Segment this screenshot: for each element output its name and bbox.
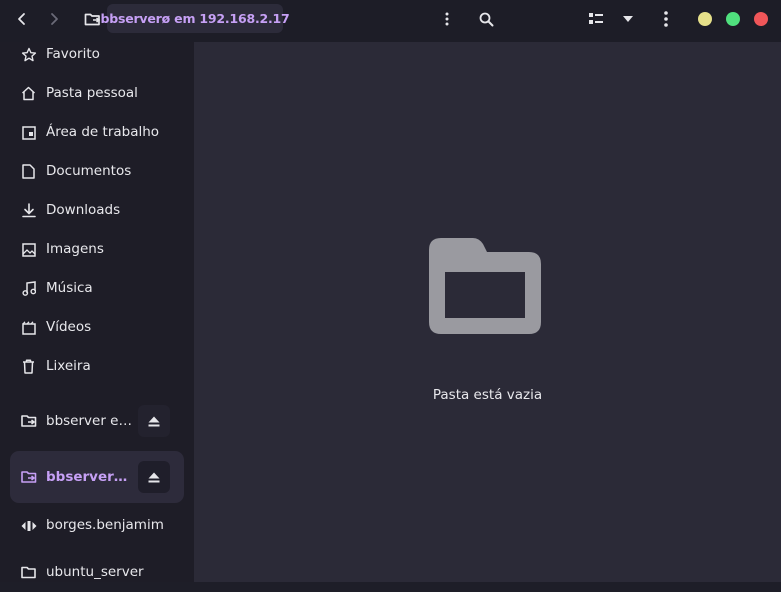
- home-icon: [20, 85, 37, 102]
- network-icon: [20, 517, 37, 534]
- path-menu-button[interactable]: [431, 5, 463, 33]
- folder-icon: [429, 238, 541, 334]
- path-label: bbserverø em 192.168.2.17: [100, 11, 290, 26]
- sidebar: Favorito Pasta pessoal Área de trabalho …: [0, 42, 194, 582]
- desktop-icon: [20, 124, 37, 141]
- sidebar-mount-bbserver[interactable]: bbserver em 192.168.2.17: [10, 395, 184, 447]
- list-view-icon: [589, 13, 603, 24]
- folder-remote-icon: [20, 412, 37, 429]
- sidebar-item-label: Vídeos: [46, 319, 92, 335]
- view-mode-button[interactable]: [580, 5, 612, 33]
- back-button[interactable]: [6, 5, 38, 33]
- sidebar-item-downloads[interactable]: Downloads: [0, 191, 194, 230]
- eject-icon: [148, 472, 160, 482]
- sidebar-item-label: Imagens: [46, 241, 104, 257]
- sidebar-mount-label: bbserverø em 192.168.2.17: [46, 469, 136, 485]
- chevron-left-icon: [18, 13, 25, 25]
- vertical-dots-icon: [664, 11, 668, 27]
- sidebar-mount-label: bbserver em 192.168.2.17: [46, 413, 136, 429]
- search-button[interactable]: [470, 5, 502, 33]
- view-options-dropdown[interactable]: [612, 5, 644, 33]
- path-bar[interactable]: bbserverø em 192.168.2.17: [100, 4, 290, 33]
- sidebar-item-ubuntu-server[interactable]: ubuntu_server: [0, 553, 194, 592]
- star-icon: [20, 46, 37, 63]
- file-view[interactable]: Pasta está vazia: [194, 42, 781, 582]
- eject-button[interactable]: [138, 405, 170, 437]
- download-icon: [20, 202, 37, 219]
- sidebar-item-music[interactable]: Música: [0, 269, 194, 308]
- sidebar-item-label: ubuntu_server: [46, 564, 144, 580]
- document-icon: [20, 163, 37, 180]
- sidebar-item-trash[interactable]: Lixeira: [0, 347, 194, 386]
- music-icon: [20, 280, 37, 297]
- eject-icon: [148, 416, 160, 426]
- empty-folder-message: Pasta está vazia: [432, 387, 543, 403]
- sidebar-item-label: Downloads: [46, 202, 121, 218]
- folder-remote-icon: [20, 468, 37, 485]
- sidebar-item-label: Área de trabalho: [46, 124, 160, 140]
- close-button[interactable]: [754, 12, 768, 26]
- sidebar-item-videos[interactable]: Vídeos: [0, 308, 194, 347]
- image-icon: [20, 241, 37, 258]
- sidebar-item-label: Lixeira: [46, 358, 91, 374]
- search-icon: [479, 12, 493, 26]
- maximize-button[interactable]: [726, 12, 740, 26]
- sidebar-item-label: Favorito: [46, 46, 100, 62]
- forward-button[interactable]: [38, 5, 70, 33]
- sidebar-item-images[interactable]: Imagens: [0, 230, 194, 269]
- chevron-right-icon: [51, 13, 58, 25]
- sidebar-item-label: borges.benjamim: [46, 517, 164, 533]
- video-icon: [20, 319, 37, 336]
- sidebar-mount-bbserver-o[interactable]: bbserverø em 192.168.2.17: [10, 451, 184, 503]
- eject-button[interactable]: [138, 461, 170, 493]
- sidebar-item-home[interactable]: Pasta pessoal: [0, 74, 194, 113]
- sidebar-item-label: Pasta pessoal: [46, 85, 138, 101]
- sidebar-item-favorito[interactable]: Favorito: [0, 35, 194, 74]
- sidebar-item-label: Música: [46, 280, 93, 296]
- sidebar-item-desktop[interactable]: Área de trabalho: [0, 113, 194, 152]
- sidebar-item-documents[interactable]: Documentos: [0, 152, 194, 191]
- caret-down-icon: [623, 16, 633, 22]
- sidebar-item-network[interactable]: borges.benjamim: [0, 506, 194, 545]
- folder-remote-icon: [84, 13, 100, 25]
- vertical-dots-icon: [445, 12, 449, 26]
- folder-icon: [20, 564, 37, 581]
- main-menu-button[interactable]: [650, 5, 682, 33]
- trash-icon: [20, 358, 37, 375]
- sidebar-item-label: Documentos: [46, 163, 132, 179]
- minimize-button[interactable]: [698, 12, 712, 26]
